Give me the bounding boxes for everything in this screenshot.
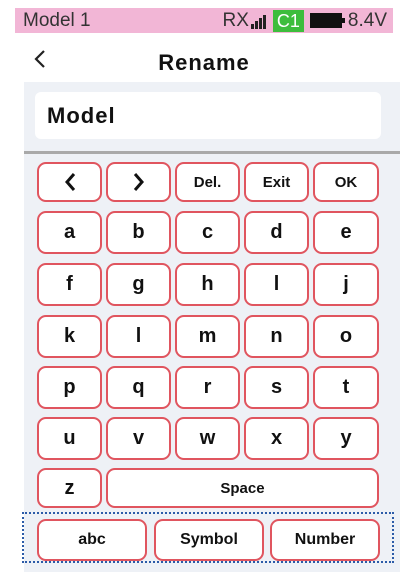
exit-button[interactable]: Exit [244, 162, 309, 202]
status-indicators: RX C1 8.4V [222, 9, 387, 32]
battery-voltage: 8.4V [347, 9, 387, 31]
key-e[interactable]: e [313, 211, 379, 254]
signal-bars-icon [250, 13, 267, 29]
key-g[interactable]: g [106, 263, 171, 306]
key-b[interactable]: b [106, 211, 171, 254]
page-title: Rename [158, 50, 250, 75]
name-input[interactable]: Model [35, 92, 381, 139]
key-n[interactable]: n [244, 315, 309, 358]
chevron-left-icon [64, 173, 75, 191]
key-s[interactable]: s [244, 366, 309, 409]
battery-icon [309, 13, 345, 28]
model-name: Model 1 [23, 9, 91, 31]
key-w[interactable]: w [175, 417, 240, 460]
key-r[interactable]: r [175, 366, 240, 409]
chevron-right-icon [133, 173, 144, 191]
ok-button[interactable]: OK [313, 162, 379, 202]
delete-button[interactable]: Del. [175, 162, 240, 202]
space-button[interactable]: Space [106, 468, 379, 508]
cursor-right-button[interactable] [106, 162, 171, 202]
key-u[interactable]: u [37, 417, 102, 460]
key-z[interactable]: z [37, 468, 102, 508]
key-d[interactable]: d [244, 211, 309, 254]
key-q[interactable]: q [106, 366, 171, 409]
key-p[interactable]: p [37, 366, 102, 409]
key-t[interactable]: t [313, 366, 379, 409]
cursor-left-button[interactable] [37, 162, 102, 202]
channel-badge: C1 [272, 9, 304, 32]
key-f[interactable]: f [37, 263, 102, 306]
key-c[interactable]: c [175, 211, 240, 254]
header: Rename [15, 40, 393, 82]
key-m[interactable]: m [175, 315, 240, 358]
mode-number-button[interactable]: Number [270, 519, 380, 561]
key-v[interactable]: v [106, 417, 171, 460]
key-y[interactable]: y [313, 417, 379, 460]
key-x[interactable]: x [244, 417, 309, 460]
key-i[interactable]: l [244, 263, 309, 306]
key-l[interactable]: l [106, 315, 171, 358]
key-k[interactable]: k [37, 315, 102, 358]
mode-abc-button[interactable]: abc [37, 519, 147, 561]
key-o[interactable]: o [313, 315, 379, 358]
key-j[interactable]: j [313, 263, 379, 306]
key-h[interactable]: h [175, 263, 240, 306]
key-a[interactable]: a [37, 211, 102, 254]
mode-symbol-button[interactable]: Symbol [154, 519, 264, 561]
divider [24, 151, 400, 154]
rx-label: RX [222, 9, 249, 31]
status-bar: Model 1 RX C1 8.4V [15, 8, 393, 33]
